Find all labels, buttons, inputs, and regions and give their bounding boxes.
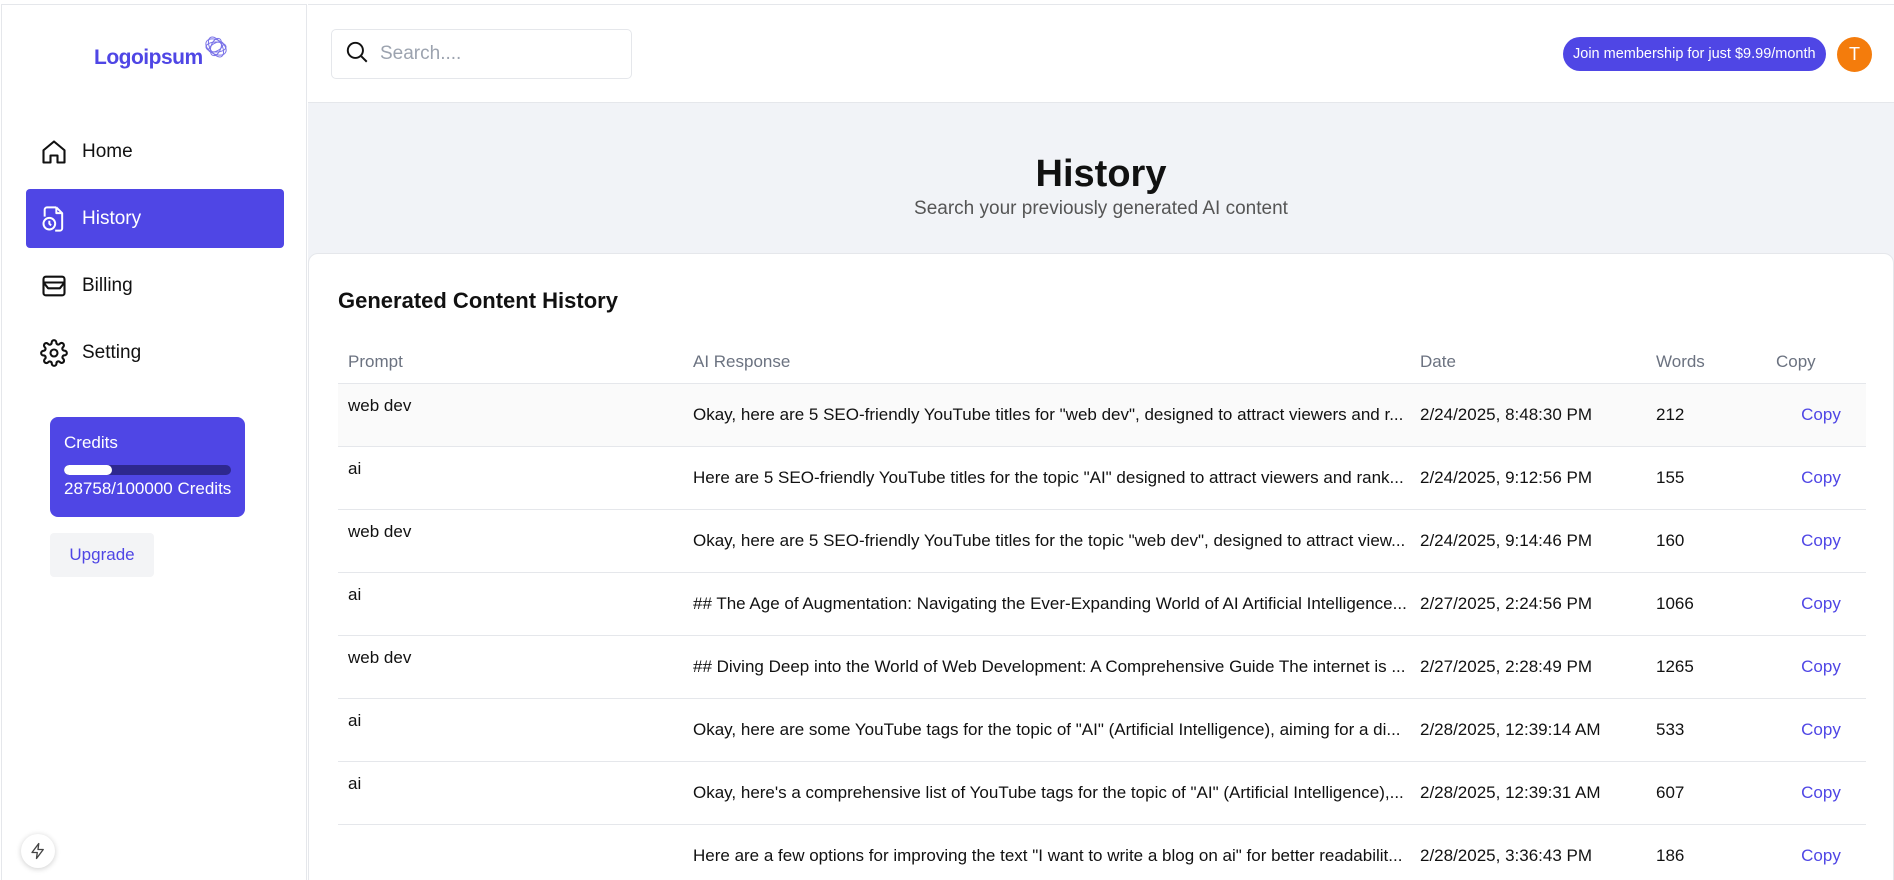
sidebar-item-label: Setting — [82, 341, 142, 363]
history-table: Prompt AI Response Date Words Copy web d… — [338, 342, 1866, 880]
sidebar: Logoipsum Home History Billing Setting C… — [1, 4, 307, 880]
copy-cell: Copy — [1766, 572, 1866, 636]
sidebar-item-setting[interactable]: Setting — [26, 323, 284, 382]
copy-cell: Copy — [1766, 509, 1866, 573]
column-header-date: Date — [1410, 342, 1646, 384]
copy-cell: Copy — [1766, 824, 1866, 880]
table-row: web dev Okay, here are 5 SEO-friendly Yo… — [338, 509, 1866, 573]
table-row: web dev Okay, here are 5 SEO-friendly Yo… — [338, 383, 1866, 447]
page-title: History — [1035, 153, 1167, 195]
words-cell: 607 — [1646, 761, 1766, 825]
date-cell: 2/28/2025, 12:39:14 AM — [1410, 698, 1646, 762]
date-cell: 2/27/2025, 2:24:56 PM — [1410, 572, 1646, 636]
response-cell: Okay, here are 5 SEO-friendly YouTube ti… — [683, 509, 1410, 573]
main-content: History Search your previously generated… — [308, 103, 1894, 880]
column-header-prompt: Prompt — [338, 342, 683, 384]
date-cell: 2/24/2025, 8:48:30 PM — [1410, 383, 1646, 447]
credits-count: 28758/100000 Credits — [64, 479, 232, 498]
column-header-ai-response: AI Response — [683, 342, 1410, 384]
search-input[interactable] — [380, 43, 610, 65]
date-cell: 2/28/2025, 12:39:31 AM — [1410, 761, 1646, 825]
words-cell: 155 — [1646, 446, 1766, 510]
date-cell: 2/24/2025, 9:14:46 PM — [1410, 509, 1646, 573]
response-cell: Okay, here are 5 SEO-friendly YouTube ti… — [683, 383, 1410, 447]
response-cell: Here are a few options for improving the… — [683, 824, 1410, 880]
search-box[interactable] — [331, 29, 632, 79]
table-row: web dev ## Diving Deep into the World of… — [338, 635, 1866, 699]
response-cell: Okay, here are some YouTube tags for the… — [683, 698, 1410, 762]
copy-button[interactable]: Copy — [1801, 783, 1841, 802]
avatar[interactable]: T — [1837, 37, 1872, 72]
copy-button[interactable]: Copy — [1801, 594, 1841, 613]
upgrade-button[interactable]: Upgrade — [50, 533, 154, 577]
prompt-cell: web dev — [338, 383, 683, 447]
date-cell: 2/24/2025, 9:12:56 PM — [1410, 446, 1646, 510]
response-cell: Here are 5 SEO-friendly YouTube titles f… — [683, 446, 1410, 510]
prompt-cell: ai — [338, 446, 683, 510]
copy-button[interactable]: Copy — [1801, 657, 1841, 676]
response-cell: ## The Age of Augmentation: Navigating t… — [683, 572, 1410, 636]
response-cell: ## Diving Deep into the World of Web Dev… — [683, 635, 1410, 699]
copy-cell: Copy — [1766, 446, 1866, 510]
home-icon — [40, 138, 68, 166]
sidebar-item-label: Home — [82, 140, 133, 162]
table-row: ai ## The Age of Augmentation: Navigatin… — [338, 572, 1866, 636]
logo-text: Logoipsum — [94, 46, 203, 69]
table-row: ai Here are 5 SEO-friendly YouTube title… — [338, 446, 1866, 510]
sidebar-item-home[interactable]: Home — [26, 122, 284, 181]
sidebar-item-label: Billing — [82, 274, 133, 296]
date-cell: 2/28/2025, 3:36:43 PM — [1410, 824, 1646, 880]
credits-progress-fill — [64, 465, 113, 475]
response-cell: Okay, here's a comprehensive list of You… — [683, 761, 1410, 825]
prompt-cell: ai — [338, 698, 683, 762]
date-cell: 2/27/2025, 2:28:49 PM — [1410, 635, 1646, 699]
credits-progress-bar — [64, 465, 231, 475]
top-header: Join membership for just $9.99/month T — [308, 4, 1894, 103]
copy-cell: Copy — [1766, 761, 1866, 825]
history-card: Generated Content History Prompt AI Resp… — [308, 253, 1894, 880]
column-header-words: Words — [1646, 342, 1766, 384]
settings-icon — [40, 338, 68, 367]
prompt-cell: web dev — [338, 635, 683, 699]
bolt-icon[interactable] — [21, 834, 55, 868]
copy-cell: Copy — [1766, 383, 1866, 447]
logo[interactable]: Logoipsum — [94, 29, 231, 79]
sidebar-item-label: History — [82, 207, 142, 229]
copy-button[interactable]: Copy — [1801, 846, 1841, 865]
prompt-cell: ai — [338, 761, 683, 825]
credits-title: Credits — [64, 433, 118, 452]
history-icon — [40, 205, 68, 233]
words-cell: 186 — [1646, 824, 1766, 880]
prompt-cell — [338, 824, 683, 880]
prompt-cell: web dev — [338, 509, 683, 573]
table-row: ai Okay, here are some YouTube tags for … — [338, 698, 1866, 762]
copy-button[interactable]: Copy — [1801, 720, 1841, 739]
page-subtitle: Search your previously generated AI cont… — [914, 198, 1288, 219]
copy-button[interactable]: Copy — [1801, 531, 1841, 550]
copy-button[interactable]: Copy — [1801, 405, 1841, 424]
search-icon — [344, 39, 370, 70]
words-cell: 1066 — [1646, 572, 1766, 636]
history-card-title: Generated Content History — [338, 288, 618, 313]
copy-cell: Copy — [1766, 698, 1866, 762]
table-row: ai Okay, here's a comprehensive list of … — [338, 761, 1866, 825]
billing-icon — [40, 272, 68, 300]
logo-swirl-icon — [205, 36, 227, 58]
table-header-row: Prompt AI Response Date Words Copy — [338, 342, 1866, 384]
words-cell: 160 — [1646, 509, 1766, 573]
prompt-cell: ai — [338, 572, 683, 636]
sidebar-item-billing[interactable]: Billing — [26, 256, 284, 315]
column-header-copy: Copy — [1766, 342, 1866, 384]
sidebar-item-history[interactable]: History — [26, 189, 284, 248]
credits-card: Credits 28758/100000 Credits — [50, 417, 245, 517]
sidebar-nav: Home History Billing Setting — [26, 122, 284, 390]
words-cell: 533 — [1646, 698, 1766, 762]
words-cell: 212 — [1646, 383, 1766, 447]
copy-button[interactable]: Copy — [1801, 468, 1841, 487]
membership-banner[interactable]: Join membership for just $9.99/month — [1563, 37, 1826, 71]
copy-cell: Copy — [1766, 635, 1866, 699]
table-row: Here are a few options for improving the… — [338, 824, 1866, 880]
words-cell: 1265 — [1646, 635, 1766, 699]
